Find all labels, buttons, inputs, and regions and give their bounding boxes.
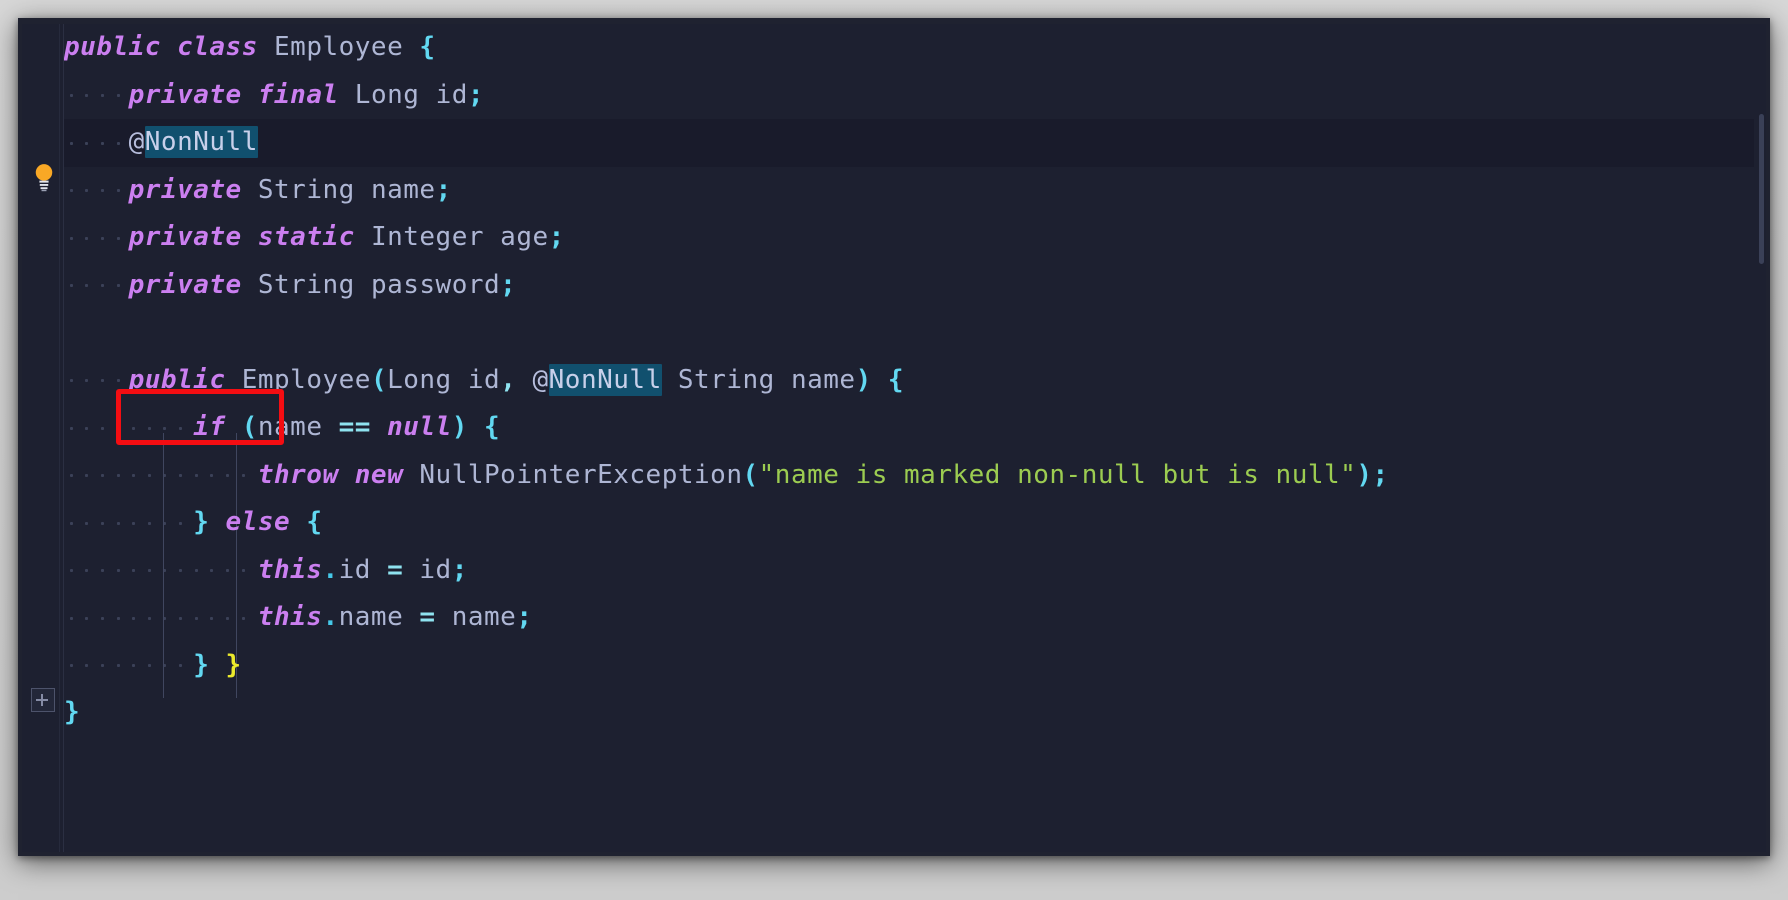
token-field-name: name [338,602,404,632]
token-annotation-at: @ [532,364,549,395]
code-line-13[interactable]: this.name = name; [64,594,1766,642]
token-keyword-new: new [354,459,404,490]
token-operator-equals: == [338,412,371,442]
code-editor-window[interactable]: public class Employee { private final Lo… [22,24,1766,852]
token-keyword-private: private [128,222,242,252]
code-line-14[interactable]: } } [64,642,1766,690]
token-field-id: id [435,79,468,110]
token-keyword-class: class [177,32,258,62]
token-semicolon: ; [435,174,452,205]
token-brace-open: { [887,364,905,395]
code-line-3[interactable]: @NonNull [64,119,1766,167]
token-value-name: name [451,602,517,632]
token-semicolon: ; [1372,459,1389,490]
token-type-string: String [257,174,355,205]
token-paren-open: ( [370,364,388,395]
token-keyword-private: private [128,174,242,205]
token-operator-assign: = [419,602,436,632]
code-line-9[interactable]: if (name == null) { [64,404,1766,452]
editor-gutter[interactable] [22,24,64,852]
token-brace-close-folded: } [225,649,242,680]
token-semicolon: ; [548,222,565,252]
token-paren-open: ( [742,459,759,490]
token-ident-name: name [257,412,323,442]
token-semicolon: ; [451,554,468,585]
code-line-8[interactable]: public Employee(Long id, @NonNull String… [64,357,1766,405]
editor-scrollbar[interactable] [1754,24,1766,852]
token-keyword-else: else [225,507,291,537]
token-brace-open: { [419,32,436,62]
code-line-4[interactable]: private String name; [64,167,1766,215]
token-constructor-employee: Employee [241,364,371,395]
code-line-11[interactable]: } else { [64,499,1766,547]
token-paren-open: ( [241,412,258,442]
token-keyword-private: private [128,269,242,300]
code-content-area[interactable]: public class Employee { private final Lo… [64,24,1766,852]
token-type-string: String [677,364,775,395]
token-keyword-public: public [128,364,226,395]
token-keyword-private: private [128,79,242,110]
token-brace-close-inner: } [193,649,210,680]
token-field-id: id [338,554,371,585]
token-annotation-nonnull: NonNull [548,363,662,396]
token-keyword-final: final [257,79,339,110]
token-keyword-public: public [64,32,161,62]
token-annotation-nonnull: NonNull [144,126,258,158]
token-paren-close: ) [855,364,872,395]
token-type-long: Long [387,364,452,395]
token-param-name: name [790,364,856,395]
token-dot: . [322,602,339,632]
fold-expand-icon[interactable] [31,688,55,712]
token-annotation-at: @ [128,127,145,157]
code-line-6[interactable]: private String password; [64,262,1766,310]
token-brace-close-class: } [64,697,81,727]
lightbulb-icon[interactable] [33,162,55,192]
token-string-literal: "name is marked non-null but is null" [758,459,1357,490]
token-type-nullpointerexception: NullPointerException [419,459,743,490]
token-paren-close: ) [1356,459,1373,490]
token-param-id: id [467,364,501,395]
token-brace-close: } [193,507,210,537]
scrollbar-thumb[interactable] [1759,114,1764,264]
token-field-age: age [500,222,549,252]
code-line-1[interactable]: public class Employee { [64,24,1766,72]
token-type-long: Long [354,79,420,110]
code-line-15[interactable]: } [64,689,1766,737]
token-semicolon: ; [467,79,485,110]
token-dot: . [322,554,339,585]
token-brace-open: { [306,507,323,537]
token-keyword-this: this [257,554,323,585]
token-keyword-throw: throw [257,459,339,490]
token-semicolon: ; [516,602,533,632]
token-field-name: name [370,174,436,205]
code-line-12[interactable]: this.id = id; [64,547,1766,595]
code-line-2[interactable]: private final Long id; [64,72,1766,120]
token-paren-close: ) [451,412,468,442]
gutter-divider-secondary [59,24,60,852]
token-type-employee: Employee [274,32,404,62]
token-keyword-static: static [257,222,355,252]
token-semicolon: ; [500,269,517,300]
code-line-10[interactable]: throw new NullPointerException("name is … [64,452,1766,500]
code-line-7-blank[interactable] [64,309,1766,357]
token-type-integer: Integer [370,222,485,252]
token-brace-open: { [484,412,501,442]
token-keyword-this: this [257,602,323,632]
desktop-backdrop: public class Employee { private final Lo… [0,0,1788,900]
token-operator-assign: = [387,554,404,585]
code-line-5[interactable]: private static Integer age; [64,214,1766,262]
token-value-id: id [419,554,452,585]
token-keyword-null: null [387,412,452,442]
token-comma: , [500,364,517,395]
token-field-password: password [370,269,501,300]
token-type-string: String [257,269,355,300]
token-keyword-if: if [193,412,226,442]
